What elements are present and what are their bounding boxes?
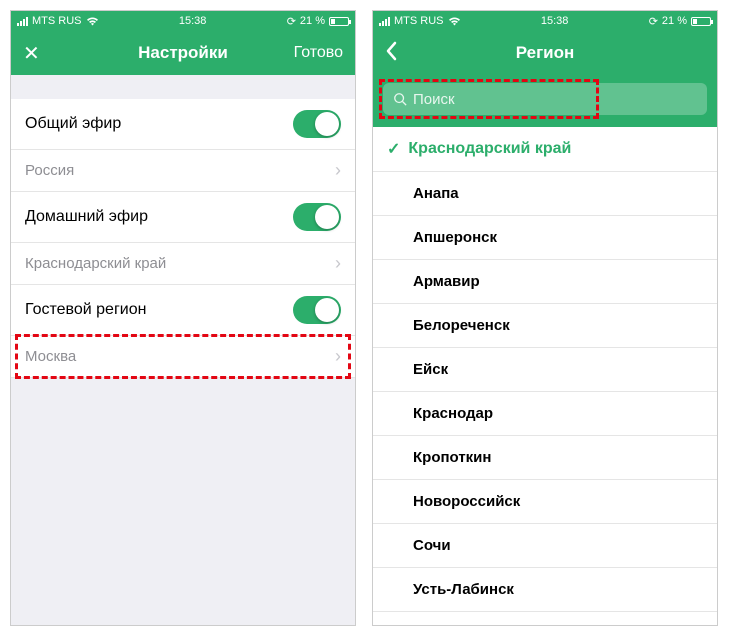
- label-common-air: Общий эфир: [25, 115, 121, 133]
- phone-settings: MTS RUS 15:38 ⟳ 21 % ✕ Настройки Готово …: [10, 10, 356, 626]
- status-bar: MTS RUS 15:38 ⟳ 21 %: [11, 11, 355, 31]
- list-item[interactable]: Армавир: [373, 260, 717, 304]
- row-guest-region: Гостевой регион: [11, 285, 355, 336]
- search-icon: [393, 92, 407, 106]
- battery-icon: [691, 17, 711, 26]
- close-button[interactable]: ✕: [23, 41, 40, 66]
- city-label: Ейск: [413, 361, 448, 378]
- list-item[interactable]: Краснодар: [373, 392, 717, 436]
- list-item[interactable]: Кропоткин: [373, 436, 717, 480]
- list-item[interactable]: Сочи: [373, 524, 717, 568]
- row-common-air: Общий эфир: [11, 99, 355, 150]
- chevron-left-icon: [385, 41, 397, 61]
- city-label: Сочи: [413, 537, 451, 554]
- carrier-label: MTS RUS: [394, 15, 444, 27]
- search-wrap: Поиск: [373, 75, 717, 127]
- checkmark-icon: ✓: [387, 139, 400, 159]
- status-bar: MTS RUS 15:38 ⟳ 21 %: [373, 11, 717, 31]
- carrier-label: MTS RUS: [32, 15, 82, 27]
- city-label: Армавир: [413, 273, 480, 290]
- battery-orientation-icon: ⟳: [649, 15, 658, 28]
- region-list[interactable]: ✓ Краснодарский край Анапа Апшеронск Арм…: [373, 127, 717, 625]
- label-home-air: Домашний эфир: [25, 208, 148, 226]
- battery-icon: [329, 17, 349, 26]
- wifi-icon: [448, 16, 461, 26]
- list-item[interactable]: Апшеронск: [373, 216, 717, 260]
- battery-orientation-icon: ⟳: [287, 15, 296, 28]
- city-label: Краснодар: [413, 405, 493, 422]
- navbar: Регион: [373, 31, 717, 75]
- clock: 15:38: [179, 15, 207, 27]
- value-common-air: Россия: [25, 162, 74, 179]
- city-label: Новороссийск: [413, 493, 520, 510]
- selected-region[interactable]: ✓ Краснодарский край: [373, 127, 717, 172]
- label-guest-region: Гостевой регион: [25, 301, 146, 319]
- value-guest-region: Москва: [25, 348, 76, 365]
- row-guest-region-value[interactable]: Москва ›: [11, 336, 355, 378]
- row-common-air-value[interactable]: Россия ›: [11, 150, 355, 192]
- city-label: Усть-Лабинск: [413, 581, 514, 598]
- list-item[interactable]: Ейск: [373, 348, 717, 392]
- signal-icon: [379, 17, 390, 26]
- search-input[interactable]: Поиск: [383, 83, 707, 115]
- done-button[interactable]: Готово: [294, 44, 343, 62]
- page-title: Регион: [373, 43, 717, 63]
- row-home-air-value[interactable]: Краснодарский край ›: [11, 243, 355, 285]
- list-item[interactable]: Новороссийск: [373, 480, 717, 524]
- phone-region: MTS RUS 15:38 ⟳ 21 % Регион Поиск ✓ Крас…: [372, 10, 718, 626]
- navbar: ✕ Настройки Готово: [11, 31, 355, 75]
- battery-pct: 21 %: [662, 15, 687, 27]
- city-label: Кропоткин: [413, 449, 491, 466]
- toggle-common-air[interactable]: [293, 110, 341, 138]
- battery-pct: 21 %: [300, 15, 325, 27]
- clock: 15:38: [541, 15, 569, 27]
- wifi-icon: [86, 16, 99, 26]
- row-home-air: Домашний эфир: [11, 192, 355, 243]
- signal-icon: [17, 17, 28, 26]
- settings-content: Общий эфир Россия › Домашний эфир Красно…: [11, 75, 355, 625]
- city-label: Апшеронск: [413, 229, 497, 246]
- chevron-right-icon: ›: [335, 346, 341, 367]
- search-placeholder: Поиск: [413, 91, 455, 108]
- selected-region-label: Краснодарский край: [408, 140, 571, 158]
- chevron-right-icon: ›: [335, 253, 341, 274]
- value-home-air: Краснодарский край: [25, 255, 166, 272]
- list-item[interactable]: Усть-Лабинск: [373, 568, 717, 612]
- list-item[interactable]: Анапа: [373, 172, 717, 216]
- city-label: Анапа: [413, 185, 459, 202]
- chevron-right-icon: ›: [335, 160, 341, 181]
- back-button[interactable]: [385, 41, 397, 66]
- city-label: Белореченск: [413, 317, 510, 334]
- list-item[interactable]: Белореченск: [373, 304, 717, 348]
- toggle-guest-region[interactable]: [293, 296, 341, 324]
- next-region[interactable]: Красноярский край: [373, 612, 717, 625]
- toggle-home-air[interactable]: [293, 203, 341, 231]
